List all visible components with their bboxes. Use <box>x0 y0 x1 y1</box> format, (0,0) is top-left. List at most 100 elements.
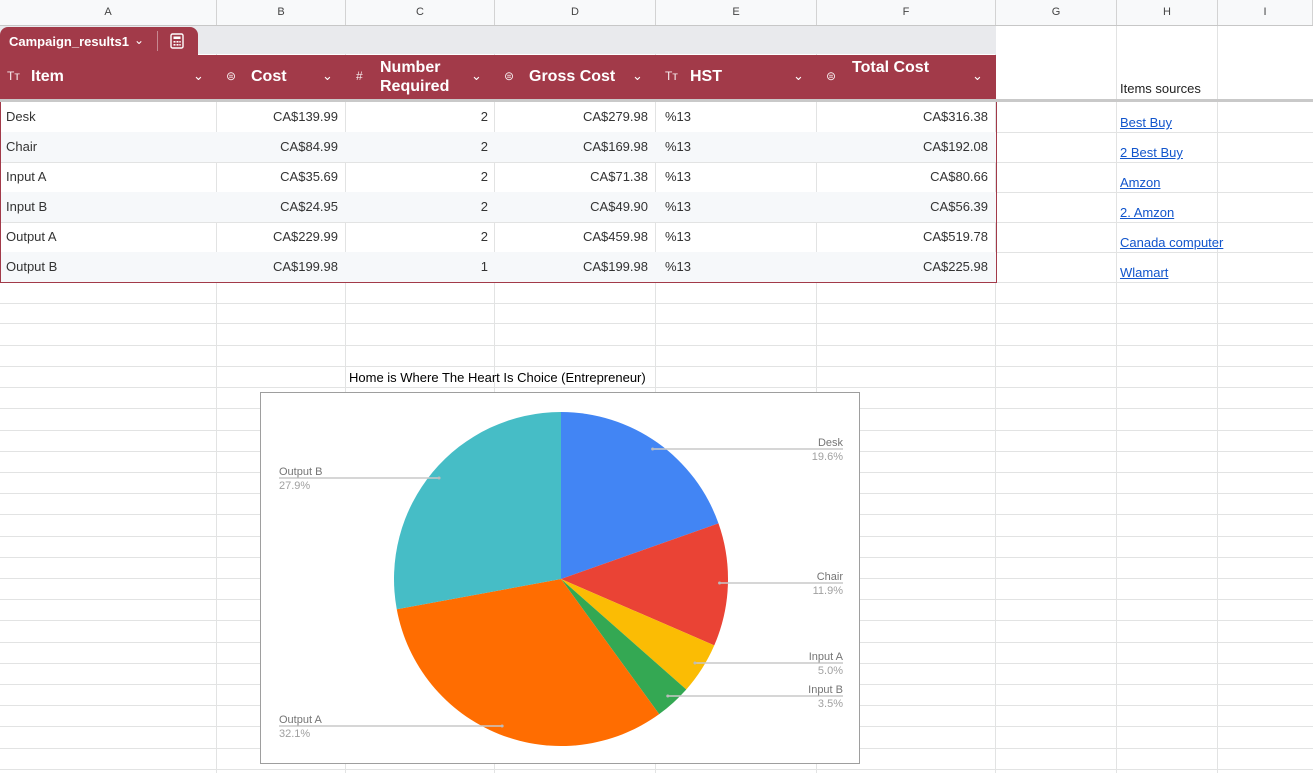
cell-item[interactable]: Input B <box>6 192 206 222</box>
column-header-b[interactable]: B <box>217 0 346 25</box>
cell-cost[interactable]: CA$229.99 <box>218 222 338 252</box>
cell-gross[interactable]: CA$279.98 <box>496 102 648 132</box>
column-header-a[interactable]: A <box>0 0 217 25</box>
cell-total[interactable]: CA$192.08 <box>818 132 988 162</box>
pie-chart-svg: Desk 19.6% Chair 11.9% Input A 5.0% Input B 3.5… <box>279 412 844 746</box>
table-name-tab[interactable]: Campaign_results1 ⌄ <box>0 27 198 55</box>
table-row: Output A CA$229.99 2 CA$459.98 %13 CA$519.78 <box>1 222 996 252</box>
chevron-down-icon[interactable]: ⌄ <box>193 68 204 84</box>
column-header-c[interactable]: C <box>346 0 495 25</box>
tab-divider <box>157 31 158 51</box>
cell-cost[interactable]: CA$24.95 <box>218 192 338 222</box>
source-link-best-buy[interactable]: Best Buy <box>1120 115 1172 130</box>
source-link-wlamart[interactable]: Wlamart <box>1120 265 1168 280</box>
cell-gross[interactable]: CA$169.98 <box>496 132 648 162</box>
cell-total[interactable]: CA$56.39 <box>818 192 988 222</box>
cell-item[interactable]: Output B <box>6 252 206 282</box>
cell-number[interactable]: 1 <box>347 252 488 282</box>
cell-hst[interactable]: %13 <box>665 192 805 222</box>
source-link-2-best-buy[interactable]: 2 Best Buy <box>1120 145 1183 160</box>
pie-percentage: 11.9% <box>813 585 844 597</box>
cell-hst[interactable]: %13 <box>665 222 805 252</box>
table-row: Input B CA$24.95 2 CA$49.90 %13 CA$56.39 <box>1 192 996 222</box>
leader-dot <box>500 724 504 728</box>
pie-percentage: 19.6% <box>812 451 843 463</box>
cell-hst[interactable]: %13 <box>665 162 805 192</box>
pie-label: Input A <box>809 651 844 663</box>
cell-item[interactable]: Input A <box>6 162 206 192</box>
header-cost[interactable]: ⊜ Cost ⌄ <box>217 55 346 99</box>
cell-cost[interactable]: CA$139.99 <box>218 102 338 132</box>
cell-hst[interactable]: %13 <box>665 252 805 282</box>
cell-total[interactable]: CA$316.38 <box>818 102 988 132</box>
cell-number[interactable]: 2 <box>347 102 488 132</box>
chevron-down-icon[interactable]: ⌄ <box>632 68 643 84</box>
table-header-row: Tт Item ⌄ ⊜ Cost ⌄ # Number Required ⌄ ⊜… <box>0 55 996 99</box>
chevron-down-icon[interactable]: ⌄ <box>972 68 983 84</box>
chevron-down-icon[interactable]: ⌄ <box>134 33 144 47</box>
calculator-icon[interactable] <box>169 33 185 49</box>
cell-cost[interactable]: CA$35.69 <box>218 162 338 192</box>
cell-hst[interactable]: %13 <box>665 132 805 162</box>
cell-item[interactable]: Output A <box>6 222 206 252</box>
table-name[interactable]: Campaign_results1 <box>9 34 129 49</box>
header-hst-label: HST <box>690 68 722 85</box>
header-hst[interactable]: Tт HST ⌄ <box>656 55 817 99</box>
cell-number[interactable]: 2 <box>347 192 488 222</box>
column-header-e[interactable]: E <box>656 0 817 25</box>
column-header-i[interactable]: I <box>1218 0 1313 25</box>
cell-gross[interactable]: CA$49.90 <box>496 192 648 222</box>
table-body: Desk CA$139.99 2 CA$279.98 %13 CA$316.38 Chair… <box>0 102 997 283</box>
column-header-strip: A B C D E F G H I <box>0 0 1313 26</box>
cell-item[interactable]: Chair <box>6 132 206 162</box>
column-header-f[interactable]: F <box>817 0 996 25</box>
source-link-2-amzon[interactable]: 2. Amzon <box>1120 205 1174 220</box>
currency-icon: ⊜ <box>226 69 237 83</box>
cell-cost[interactable]: CA$199.98 <box>218 252 338 282</box>
header-item[interactable]: Tт Item ⌄ <box>0 55 217 99</box>
table-row: Input A CA$35.69 2 CA$71.38 %13 CA$80.66 <box>1 162 996 192</box>
header-number-required[interactable]: # Number Required ⌄ <box>346 55 495 99</box>
cell-total[interactable]: CA$225.98 <box>818 252 988 282</box>
source-link-amzon[interactable]: Amzon <box>1120 175 1160 190</box>
source-link-canada-computer[interactable]: Canada computer <box>1120 235 1223 250</box>
cell-total[interactable]: CA$80.66 <box>818 162 988 192</box>
frozen-row-divider <box>996 99 1313 102</box>
cell-number[interactable]: 2 <box>347 162 488 192</box>
table-row: Chair CA$84.99 2 CA$169.98 %13 CA$192.08 <box>1 132 996 162</box>
header-gross-cost[interactable]: ⊜ Gross Cost ⌄ <box>495 55 656 99</box>
pie-percentage: 27.9% <box>279 480 310 492</box>
chevron-down-icon[interactable]: ⌄ <box>471 68 482 84</box>
pie-slice-output-b[interactable] <box>394 412 561 610</box>
pie-label: Output B <box>279 466 322 478</box>
currency-icon: ⊜ <box>504 69 515 83</box>
leader-dot <box>693 661 697 665</box>
cell-gross[interactable]: CA$199.98 <box>496 252 648 282</box>
cell-gross[interactable]: CA$459.98 <box>496 222 648 252</box>
cell-hst[interactable]: %13 <box>665 102 805 132</box>
leader-dot <box>718 581 722 585</box>
currency-icon: ⊜ <box>826 69 837 83</box>
column-header-g[interactable]: G <box>996 0 1117 25</box>
number-icon: # <box>356 69 363 83</box>
items-sources-title[interactable]: Items sources <box>1120 81 1201 96</box>
column-header-h[interactable]: H <box>1117 0 1218 25</box>
cell-gross[interactable]: CA$71.38 <box>496 162 648 192</box>
header-total-cost[interactable]: ⊜ Total Cost ⌄ <box>817 55 996 99</box>
pie-chart[interactable]: Desk 19.6% Chair 11.9% Input A 5.0% Input B 3.5… <box>260 392 860 764</box>
text-type-icon: Tт <box>7 69 20 83</box>
text-type-icon: Tт <box>665 69 678 83</box>
cell-number[interactable]: 2 <box>347 132 488 162</box>
leader-dot <box>666 694 670 698</box>
pie-percentage: 5.0% <box>818 665 843 677</box>
pie-label: Desk <box>818 437 844 449</box>
header-cost-label: Cost <box>251 68 287 85</box>
cell-total[interactable]: CA$519.78 <box>818 222 988 252</box>
cell-cost[interactable]: CA$84.99 <box>218 132 338 162</box>
chevron-down-icon[interactable]: ⌄ <box>322 68 333 84</box>
cell-number[interactable]: 2 <box>347 222 488 252</box>
column-header-d[interactable]: D <box>495 0 656 25</box>
cell-item[interactable]: Desk <box>6 102 206 132</box>
leader-dot <box>437 476 441 480</box>
chevron-down-icon[interactable]: ⌄ <box>793 68 804 84</box>
